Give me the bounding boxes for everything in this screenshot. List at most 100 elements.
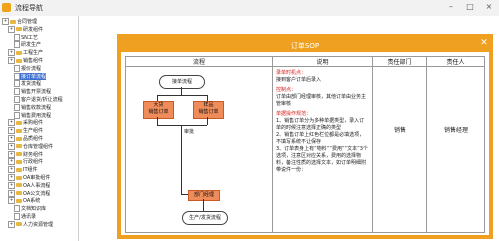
folder-icon [16,144,22,149]
tree-item[interactable]: + 工程生产 [8,49,43,57]
folder-icon [16,152,22,157]
flow-connector [157,125,207,126]
tree-item[interactable]: + 仓库管理组件 [8,142,54,150]
tree-item[interactable]: SN工艺 [14,33,38,41]
department-column: 销售 [373,67,427,233]
document-icon [14,111,20,119]
header-person: 责任人 [427,56,485,67]
flow-connector [207,117,208,125]
tree-item[interactable]: + IT组件 [8,166,38,174]
tree-item[interactable]: + 研发组件 [8,25,44,33]
document-icon [14,41,20,49]
tree-item[interactable]: + 采购组件 [8,119,43,127]
tree-item[interactable]: + 品质组件 [8,135,43,142]
tree-item-label: 合同管理 [17,19,38,25]
expand-toggle-icon[interactable]: + [2,18,9,25]
desc-heading-3: 单据操作规范： [276,111,312,117]
minimize-button[interactable]: – [446,2,456,12]
expand-toggle-icon[interactable]: + [8,197,15,205]
folder-icon [10,19,16,24]
expand-toggle-icon[interactable]: + [8,25,15,33]
tree-item[interactable]: 销售收款流程 [14,103,52,111]
flow-connector [181,87,182,95]
folder-icon [16,58,22,63]
header-desc: 说明 [273,56,373,67]
sop-dialog: 订单SOP ✕ 流程 说明 责任部门 责任人 接单流程 大货 销售订单 样品 销… [117,34,493,239]
flow-end: 生产/发货流程 [182,211,228,225]
tree-item[interactable]: 销售开票流程 [14,88,51,96]
close-window-button[interactable]: × [484,2,494,12]
tree-item-label: 生产组件 [23,128,44,135]
tree-item[interactable]: + 行政组件 [8,158,43,166]
dialog-title: 订单SOP [290,42,320,50]
expand-toggle-icon[interactable]: + [8,150,15,158]
tree-item[interactable]: + OA系统 [8,197,40,205]
flow-connector [157,117,158,125]
box-sample-line2: 销售订单 [198,109,219,115]
tree-item[interactable]: + 生产组件 [8,127,44,135]
maximize-button[interactable]: □ [465,2,475,12]
tree-item-label: 财务组件 [23,151,44,158]
flow-connector [181,194,188,195]
tree-item-label: OA审批组件 [23,175,51,181]
desc-item-3: 3、订单表身上有“物料”“费用”“文本”3个选项，注意区对应关系，费用的选择物料… [276,146,368,173]
expand-toggle-icon[interactable]: + [8,181,15,189]
expand-toggle-icon[interactable]: + [8,158,15,166]
expand-toggle-icon[interactable]: + [8,57,15,64]
expand-toggle-icon[interactable]: + [8,49,15,57]
tree-item-label: 仓库管理组件 [23,143,54,150]
folder-icon [16,175,22,180]
folder-icon [16,136,22,141]
app-icon [2,3,11,12]
tree-item[interactable]: 客户退货/折让流程 [14,96,63,103]
tree-item[interactable]: + 财务组件 [8,150,44,158]
tree-item-label: 报价流程 [21,65,42,72]
person-value: 销售经理 [443,127,468,134]
box-sample-line1: 样品 [203,102,214,108]
tree-item[interactable]: 报价流程 [14,64,42,72]
expand-toggle-icon[interactable]: + [8,189,15,197]
tree-item[interactable]: 销售费用流程 [14,111,51,119]
tree-item[interactable]: + 人力资源管理 [8,220,53,228]
expand-toggle-icon[interactable]: + [8,119,15,127]
tree-item[interactable]: 接订单流程 [14,72,47,80]
expand-toggle-icon[interactable]: + [8,135,15,142]
tree-item-label: SN工艺 [21,34,38,41]
flow-box-sample: 样品 销售订单 [193,101,224,119]
document-icon [14,213,20,220]
tree-item[interactable]: + OA审批组件 [8,174,50,181]
flow-box-bulk: 大货 销售订单 [143,101,174,119]
expand-toggle-icon[interactable]: + [8,174,15,181]
close-icon[interactable]: ✕ [478,37,490,49]
expand-toggle-icon[interactable]: + [8,166,15,174]
tree-item-label: 销售收款流程 [21,104,52,111]
person-column: 销售经理 [427,67,485,233]
folder-icon [16,198,22,203]
tree-item-label: 研发组件 [23,26,44,33]
tree-item[interactable]: + OA人事流程 [8,181,50,189]
tree-item[interactable]: 研发生产 [14,41,41,49]
box-bulk-line2: 销售订单 [148,109,169,115]
tree-item[interactable]: 发货流程 [14,80,41,88]
expand-toggle-icon[interactable]: + [8,142,15,150]
tree-item-label: 销售组件 [23,58,44,64]
document-icon [14,64,20,72]
tree-item[interactable]: + OA公文流程 [8,189,50,197]
tree-item[interactable]: + 合同管理 [2,18,37,25]
document-icon [14,33,20,41]
flow-connector [181,159,182,195]
tree-item[interactable]: + 销售组件 [8,57,43,64]
window-title: 流程导航 [15,4,43,12]
folder-icon [16,191,22,196]
folder-icon [16,128,22,133]
tree-item-label: 品质组件 [23,136,44,142]
flow-box-manager: 部门经理 [188,190,220,201]
desc-heading-2: 控制点： [276,87,297,93]
expand-toggle-icon[interactable]: + [8,220,15,228]
expand-toggle-icon[interactable]: + [8,127,15,135]
tree-item[interactable]: 文档知识库 [14,205,46,213]
tree-item[interactable]: 通讯录 [14,213,36,220]
navigation-tree[interactable]: + 合同管理 + 研发组件 SN工艺 研发生产 + 工程生产 + 销售组件 报价流程 接订单流程 发货流… [0,16,79,241]
flow-column: 接单流程 大货 销售订单 样品 销售订单 审批 部门经理 生产/发货流程 [125,67,273,233]
document-icon [14,103,20,111]
